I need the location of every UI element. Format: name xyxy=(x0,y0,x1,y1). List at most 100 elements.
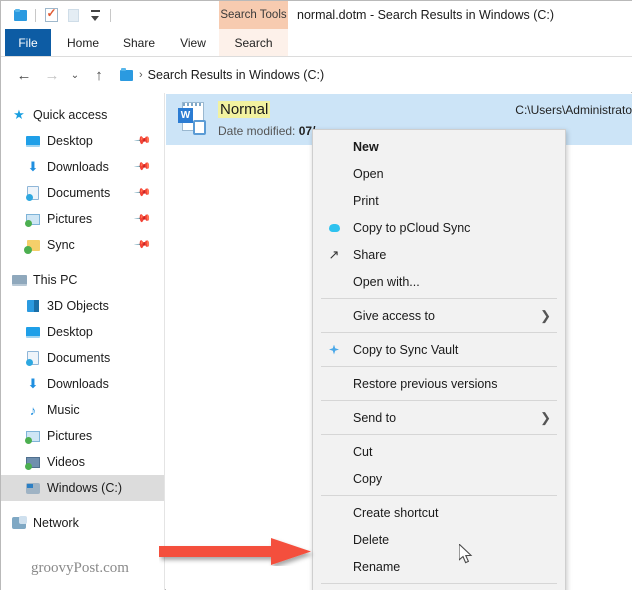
sidebar-item-pictures[interactable]: Pictures 📌 xyxy=(1,206,164,232)
sidebar-group-this-pc[interactable]: This PC xyxy=(1,267,164,293)
tab-home[interactable]: Home xyxy=(57,29,109,56)
sidebar-item-3d-objects[interactable]: 3D Objects xyxy=(1,293,164,319)
annotation-arrow xyxy=(159,538,319,566)
context-menu-item-share[interactable]: ↗ Share xyxy=(313,241,565,268)
context-menu-item-send-to[interactable]: Send to ❯ xyxy=(313,404,565,431)
tab-file[interactable]: File xyxy=(5,29,51,56)
tab-search-label: Search xyxy=(234,35,273,50)
context-menu-separator xyxy=(321,400,557,401)
tab-view-label: View xyxy=(180,35,206,50)
pcloud-icon xyxy=(326,220,342,236)
sidebar-group-network-label: Network xyxy=(33,516,79,530)
breadcrumb-path[interactable]: Search Results in Windows (C:) xyxy=(148,68,324,82)
word-template-icon: W xyxy=(178,102,212,138)
sidebar-item-windows-c[interactable]: Windows (C:) xyxy=(1,475,164,501)
tab-file-label: File xyxy=(18,35,38,50)
sidebar-item-documents-pc[interactable]: Documents xyxy=(1,345,164,371)
documents-icon xyxy=(23,349,43,367)
properties-checkmark-icon[interactable] xyxy=(40,5,62,25)
sidebar-item-sync-label: Sync xyxy=(47,238,75,252)
chevron-down-icon: ⌄ xyxy=(70,69,80,81)
context-menu-item-restore-previous-versions-label: Restore previous versions xyxy=(353,376,498,391)
sidebar-item-pictures-pc-label: Pictures xyxy=(47,429,93,443)
toolbar-divider xyxy=(35,8,36,22)
folder-icon[interactable] xyxy=(9,5,31,25)
up-arrow-icon: ↑ xyxy=(95,66,103,84)
sidebar-item-3d-objects-label: 3D Objects xyxy=(47,299,109,313)
context-menu-item-restore-previous-versions[interactable]: Restore previous versions xyxy=(313,370,565,397)
sidebar-item-videos[interactable]: Videos xyxy=(1,449,164,475)
3d-objects-icon xyxy=(23,297,43,315)
sidebar-item-downloads-pc[interactable]: ⬇ Downloads xyxy=(1,371,164,397)
navigation-pane: ★ Quick access Desktop 📌 ⬇ Downloads 📌 D… xyxy=(1,93,165,590)
forward-button[interactable]: → xyxy=(41,64,63,86)
file-name[interactable]: Normal xyxy=(218,101,271,118)
tab-share[interactable]: Share xyxy=(113,29,165,56)
back-icon: ← xyxy=(16,66,32,84)
drive-icon xyxy=(23,479,43,497)
desktop-icon xyxy=(23,132,43,150)
context-menu-item-open-with[interactable]: Open with... xyxy=(313,268,565,295)
address-bar: ← → ⌄ ↑ › Search Results in Windows (C:) xyxy=(1,57,632,92)
sidebar-item-desktop-pc-label: Desktop xyxy=(47,325,93,339)
context-menu-item-print-label: Print xyxy=(353,193,379,208)
sidebar-group-quick-access-label: Quick access xyxy=(33,108,108,122)
context-menu-item-delete-label: Delete xyxy=(353,532,390,547)
downloads-icon: ⬇ xyxy=(27,159,39,174)
up-button[interactable]: ↑ xyxy=(88,64,110,86)
context-menu-item-copy[interactable]: Copy xyxy=(313,465,565,492)
desktop-icon xyxy=(23,323,43,341)
context-menu-item-create-shortcut[interactable]: Create shortcut xyxy=(313,499,565,526)
context-menu-item-delete[interactable]: Delete xyxy=(313,526,565,553)
ribbon-tab-strip: File Home Share View Search xyxy=(1,29,632,56)
pictures-icon xyxy=(23,210,43,228)
tab-view[interactable]: View xyxy=(169,29,217,56)
tab-search[interactable]: Search xyxy=(219,29,288,56)
address-input[interactable]: › Search Results in Windows (C:) xyxy=(113,62,623,87)
sidebar-group-network[interactable]: Network xyxy=(1,510,164,536)
sidebar-item-music[interactable]: ♪ Music xyxy=(1,397,164,423)
sidebar-item-music-label: Music xyxy=(47,403,80,417)
recent-locations-button[interactable]: ⌄ xyxy=(64,64,86,86)
sidebar-item-downloads[interactable]: ⬇ Downloads 📌 xyxy=(1,154,164,180)
faded-document-icon[interactable] xyxy=(62,5,84,25)
breadcrumb-separator-icon: › xyxy=(139,68,143,81)
context-menu-item-rename[interactable]: Rename xyxy=(313,553,565,580)
this-pc-icon xyxy=(9,271,29,289)
context-menu-item-give-access-to-label: Give access to xyxy=(353,308,435,323)
pin-icon[interactable]: 📌 xyxy=(134,209,153,228)
context-menu-separator xyxy=(321,366,557,367)
sidebar-group-quick-access[interactable]: ★ Quick access xyxy=(1,102,164,128)
sidebar-item-desktop[interactable]: Desktop 📌 xyxy=(1,128,164,154)
context-menu-item-open[interactable]: Open xyxy=(313,160,565,187)
context-menu-item-copy-to-sync-vault[interactable]: Copy to Sync Vault xyxy=(313,336,565,363)
back-button[interactable]: ← xyxy=(13,64,35,86)
context-menu: New Open Print Copy to pCloud Sync ↗ Sha… xyxy=(312,129,566,590)
customize-dropdown-icon[interactable] xyxy=(84,5,106,25)
sidebar-item-pictures-label: Pictures xyxy=(47,212,93,226)
sidebar-item-pictures-pc[interactable]: Pictures xyxy=(1,423,164,449)
context-menu-item-copy-label: Copy xyxy=(353,471,383,486)
folder-icon-breadcrumb[interactable] xyxy=(119,67,134,82)
context-menu-item-cut[interactable]: Cut xyxy=(313,438,565,465)
sidebar-item-desktop-label: Desktop xyxy=(47,134,93,148)
context-menu-item-copy-to-pcloud-sync[interactable]: Copy to pCloud Sync xyxy=(313,214,565,241)
context-menu-item-open-with-label: Open with... xyxy=(353,274,420,289)
sidebar-item-desktop-pc[interactable]: Desktop xyxy=(1,319,164,345)
sidebar-item-documents[interactable]: Documents 📌 xyxy=(1,180,164,206)
pin-icon[interactable]: 📌 xyxy=(134,157,153,176)
tab-share-label: Share xyxy=(122,35,156,50)
search-tools-contextual-tab[interactable]: Search Tools xyxy=(219,1,288,29)
sidebar-group-this-pc-label: This PC xyxy=(33,273,78,287)
context-menu-item-copy-to-sync-vault-label: Copy to Sync Vault xyxy=(353,342,459,357)
context-menu-item-cut-label: Cut xyxy=(353,444,373,459)
pin-icon[interactable]: 📌 xyxy=(134,131,153,150)
context-menu-item-print[interactable]: Print xyxy=(313,187,565,214)
context-menu-item-give-access-to[interactable]: Give access to ❯ xyxy=(313,302,565,329)
pin-icon[interactable]: 📌 xyxy=(134,235,153,254)
context-menu-item-new[interactable]: New xyxy=(313,133,565,160)
window-title: normal.dotm - Search Results in Windows … xyxy=(297,8,555,22)
pin-icon[interactable]: 📌 xyxy=(134,183,153,202)
sidebar-item-sync[interactable]: Sync 📌 xyxy=(1,232,164,258)
quick-access-toolbar xyxy=(9,5,115,25)
